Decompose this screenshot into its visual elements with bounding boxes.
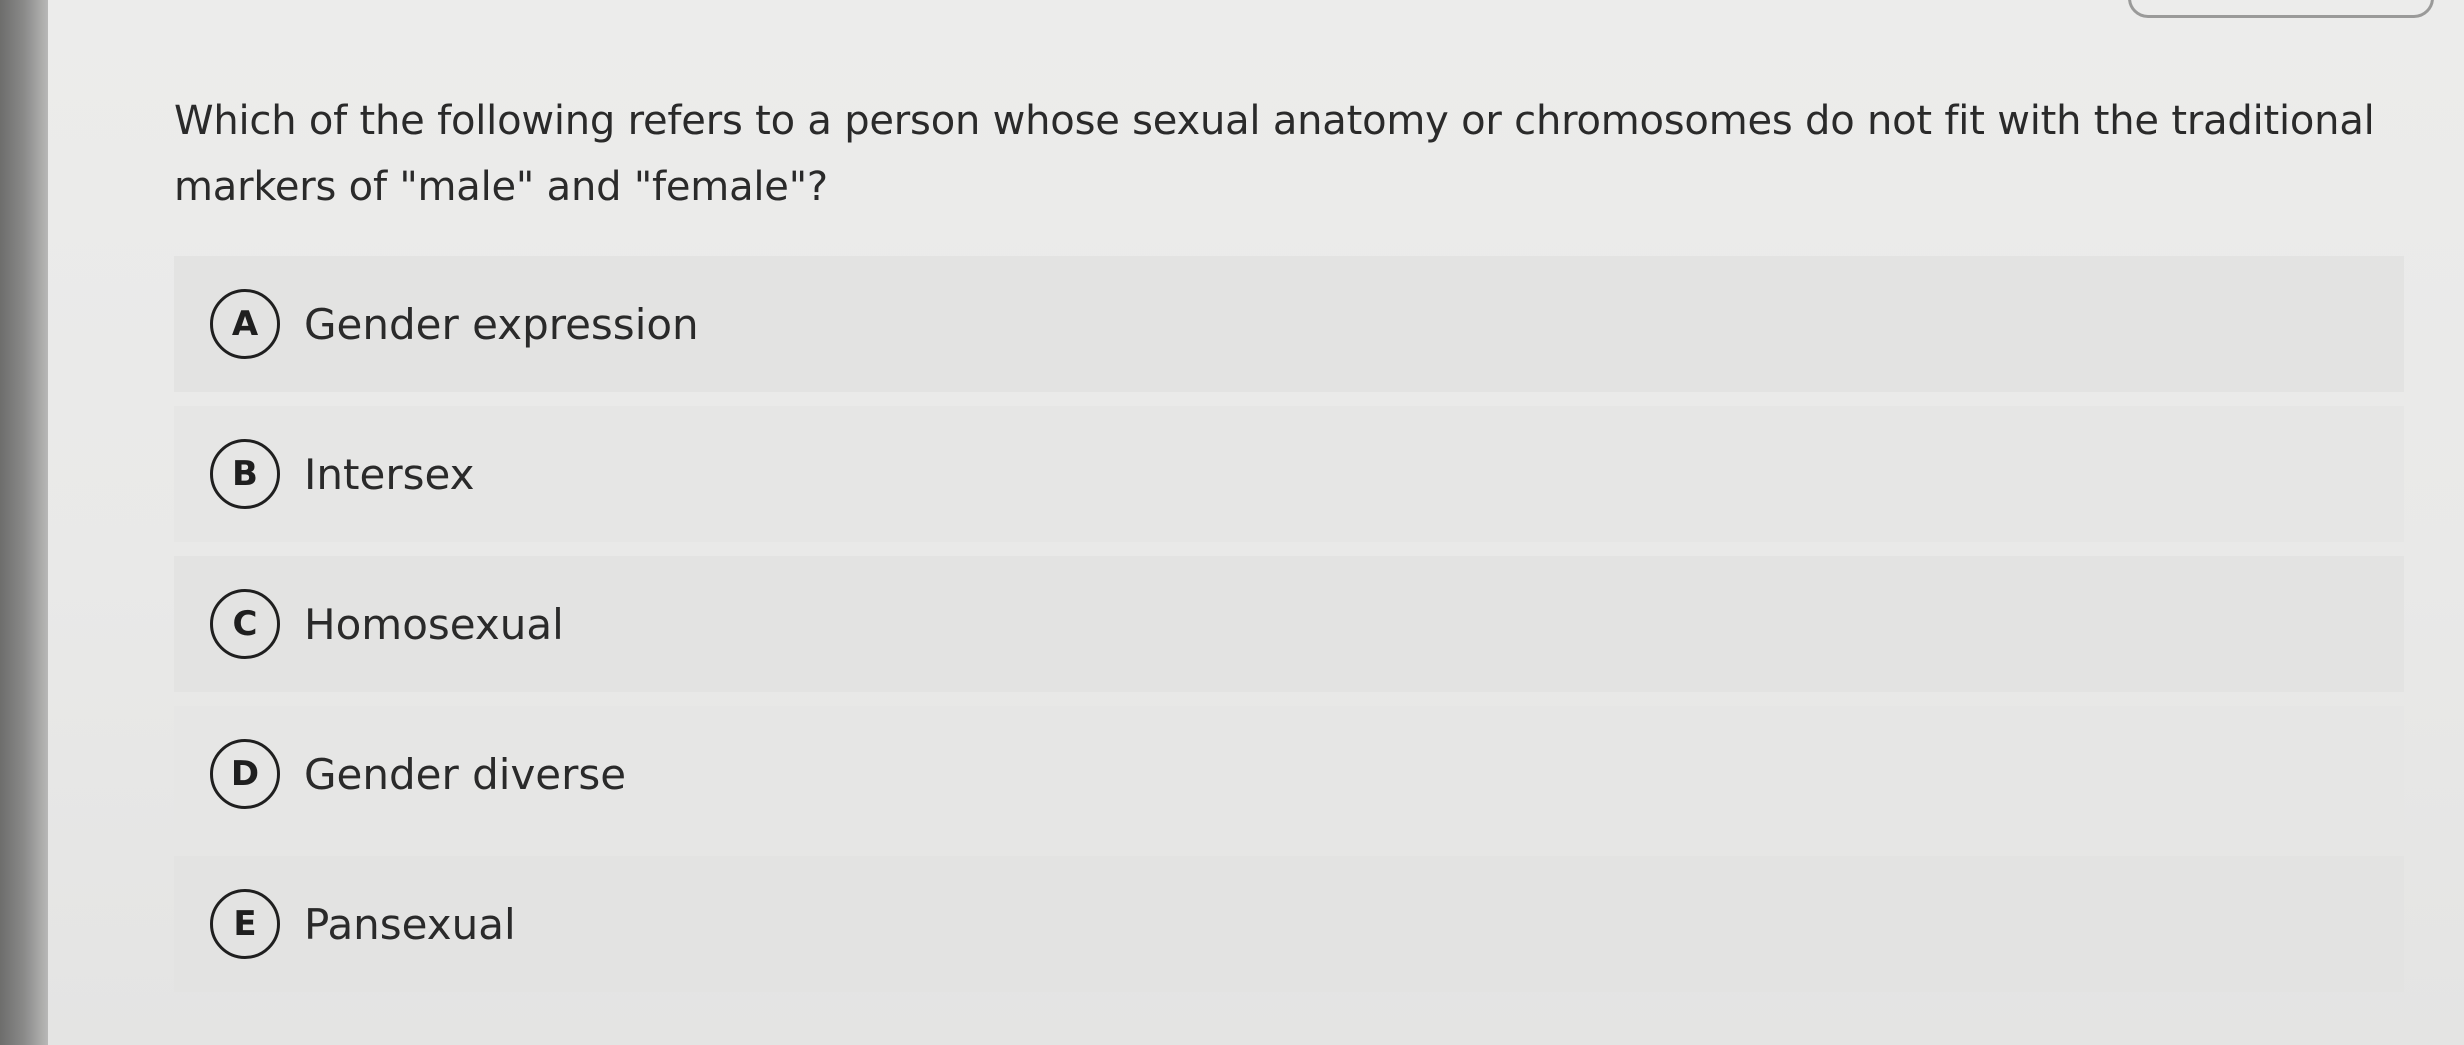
option-c-label: Homosexual: [304, 599, 564, 649]
option-d-letter: D: [210, 739, 280, 809]
option-d-label: Gender diverse: [304, 749, 627, 799]
option-a-label: Gender expression: [304, 299, 699, 349]
option-e-label: Pansexual: [304, 899, 516, 949]
answer-options: A Gender expression B Intersex C Homosex…: [174, 256, 2404, 1006]
option-b-label: Intersex: [304, 449, 475, 499]
option-d[interactable]: D Gender diverse: [174, 706, 2404, 842]
option-e-letter: E: [210, 889, 280, 959]
option-b-letter: B: [210, 439, 280, 509]
option-e[interactable]: E Pansexual: [174, 856, 2404, 992]
option-c-letter: C: [210, 589, 280, 659]
option-b[interactable]: B Intersex: [174, 406, 2404, 542]
top-button-edge[interactable]: [2128, 0, 2434, 18]
question-text: Which of the following refers to a perso…: [174, 98, 2375, 210]
option-a-letter: A: [210, 289, 280, 359]
option-a[interactable]: A Gender expression: [174, 256, 2404, 392]
screen-left-edge: [0, 0, 48, 1045]
quiz-page: Which of the following refers to a perso…: [48, 0, 2464, 1045]
option-c[interactable]: C Homosexual: [174, 556, 2404, 692]
